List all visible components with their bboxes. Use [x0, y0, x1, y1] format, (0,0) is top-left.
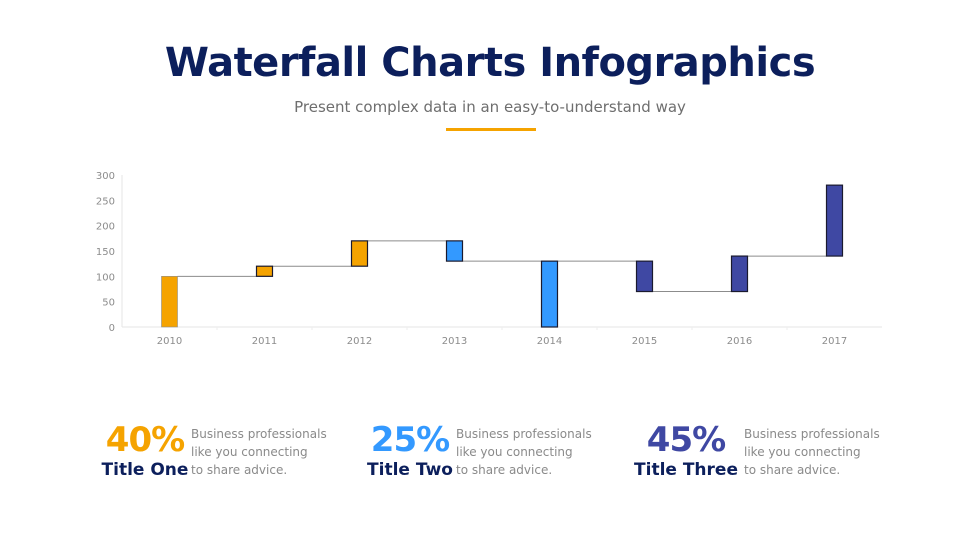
x-tick-label: 2011 [252, 336, 277, 347]
axis-layer: 0 50 100 150 200 250 300 2010 2011 2012 2013 2014 20… [96, 171, 882, 347]
stat-percent: 45% [646, 420, 726, 460]
stat-description-line: to share advice. [744, 463, 841, 477]
stat-title: Title Three [634, 460, 738, 480]
y-tick-label: 50 [102, 298, 115, 309]
page-subtitle: Present complex data in an easy-to-under… [294, 98, 686, 116]
y-tick-label: 200 [96, 222, 115, 233]
y-tick-label: 100 [96, 272, 115, 283]
stat-description-line: like you connecting [744, 445, 861, 459]
x-tick-label: 2015 [632, 336, 657, 347]
page-title: Waterfall Charts Infographics [164, 40, 816, 86]
y-tick-label: 300 [96, 171, 115, 182]
connector-layer [177, 240, 827, 293]
x-tick-label: 2014 [537, 336, 562, 347]
stat-description-line: to share advice. [456, 463, 553, 477]
stat-percent: 40% [105, 420, 185, 460]
waterfall-bar [445, 240, 464, 262]
waterfall-bar [635, 260, 654, 293]
waterfall-chart: 0 50 100 150 200 250 300 2010 2011 2012 2013 2014 20… [96, 171, 882, 347]
stat-description: Business professionals like you connecti… [191, 425, 341, 479]
x-tick-label: 2013 [442, 336, 467, 347]
stat-description-line: Business professionals [744, 427, 880, 441]
x-tick-label: 2012 [347, 336, 372, 347]
title-underline-divider [446, 128, 536, 131]
waterfall-bar [540, 260, 559, 328]
stat-description-line: Business professionals [456, 427, 592, 441]
stat-description-line: like you connecting [456, 445, 573, 459]
stat-description-line: Business professionals [191, 427, 327, 441]
x-tick-label: 2016 [727, 336, 752, 347]
stat-title: Title One [101, 460, 189, 480]
waterfall-bar [350, 240, 369, 267]
stat-description-line: to share advice. [191, 463, 288, 477]
y-tick-label: 250 [96, 196, 115, 207]
bar-layer [161, 184, 844, 328]
waterfall-bar [255, 265, 274, 277]
x-tick-label: 2010 [157, 336, 182, 347]
stat-description: Business professionals like you connecti… [744, 425, 894, 479]
x-tick-label: 2017 [822, 336, 847, 347]
stat-description-line: like you connecting [191, 445, 308, 459]
y-tick-label: 0 [109, 323, 115, 334]
stat-percent: 25% [370, 420, 450, 460]
waterfall-bar [825, 184, 844, 257]
stat-description: Business professionals like you connecti… [456, 425, 606, 479]
stat-title: Title Two [367, 460, 453, 480]
waterfall-bar [161, 276, 178, 328]
y-tick-label: 150 [96, 247, 115, 258]
waterfall-bar [730, 255, 749, 293]
